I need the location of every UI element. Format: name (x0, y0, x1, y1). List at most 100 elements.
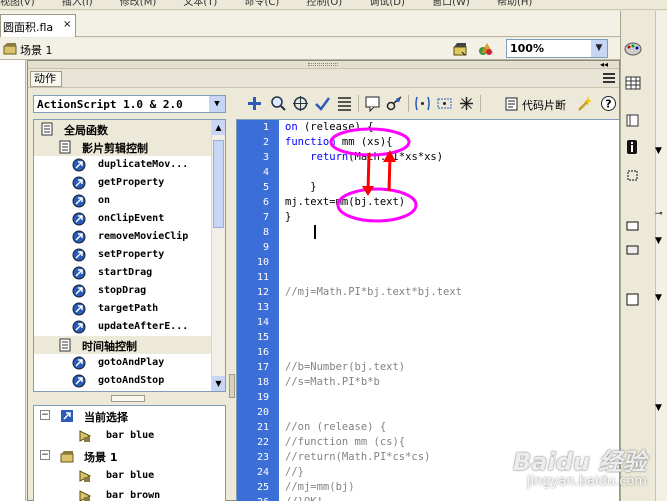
code-line: on (release) { (285, 121, 374, 133)
code-line: } (285, 211, 292, 223)
code-line: //}OK! (285, 495, 323, 501)
toolbox-item[interactable]: gotoAndStop (34, 372, 212, 390)
components-icon[interactable] (626, 219, 639, 232)
navigator-item[interactable]: bar blue (34, 466, 225, 486)
document-tab[interactable]: 圆面积.fla × (0, 14, 76, 37)
menu-item-text[interactable]: 文本(T) (183, 0, 217, 8)
menu-item-commands[interactable]: 命令(C) (245, 0, 280, 8)
toolbox-scrollbar[interactable]: ▲ ▼ (211, 120, 225, 391)
chevron-down-icon[interactable]: ▼ (655, 146, 662, 156)
toolbox-item[interactable]: startDrag (34, 264, 212, 282)
menu-item-view[interactable]: 视图(V) (0, 0, 35, 8)
collapse-selection-icon[interactable] (436, 95, 453, 112)
help-icon[interactable]: ? (600, 95, 617, 112)
debug-options-icon[interactable] (386, 95, 403, 112)
link-icon[interactable]: ⊸ (655, 209, 663, 219)
toolbox-category[interactable]: 全局函数 (34, 120, 212, 138)
chevron-down-icon[interactable]: ▼ (209, 96, 225, 112)
toolbox-item[interactable]: duplicateMov... (34, 156, 212, 174)
grid-icon[interactable] (625, 76, 641, 90)
toolbox-item[interactable]: gotoAndPlay (34, 354, 212, 372)
toolbox-item[interactable]: updateAfterE... (34, 318, 212, 336)
navigator-item[interactable]: − 场景 1 (34, 446, 225, 466)
line-number: 15 (256, 332, 269, 343)
target-path-icon[interactable] (292, 95, 309, 112)
chevron-down-icon[interactable]: ▼ (591, 40, 607, 57)
panel-gripper[interactable]: ◂◂ (28, 60, 619, 69)
toolbox-group[interactable]: 影片剪辑控制 (34, 138, 212, 156)
menu-item-help[interactable]: 帮助(H) (497, 0, 532, 8)
transform-icon[interactable] (626, 169, 639, 182)
toolbox-splitter[interactable] (33, 394, 226, 403)
line-number: 23 (256, 452, 269, 463)
chevron-down-icon[interactable]: ▼ (655, 293, 662, 303)
code-line: //on (release) { (285, 421, 387, 433)
zoom-select[interactable]: 100% ▼ (506, 39, 608, 58)
scene-label[interactable]: 场景 1 (20, 42, 53, 58)
toolbox-item-label: setProperty (98, 249, 165, 260)
output-icon[interactable] (626, 293, 639, 306)
navigator-item[interactable]: − 当前选择 (34, 406, 225, 426)
panel-vertical-splitter[interactable] (229, 95, 235, 501)
scroll-up-icon[interactable]: ▲ (212, 120, 225, 135)
navigator-item[interactable]: bar blue (34, 426, 225, 446)
palette-icon[interactable] (624, 41, 642, 57)
menu-item-control[interactable]: 控制(O) (307, 0, 343, 8)
chevron-down-icon[interactable]: ▼ (655, 236, 662, 246)
toolbox-item[interactable]: stopDrag (34, 282, 212, 300)
menu-item-insert[interactable]: 插入(I) (62, 0, 93, 8)
close-tab-icon[interactable]: × (63, 19, 71, 30)
scroll-down-icon[interactable]: ▼ (212, 376, 225, 391)
menu-item-modify[interactable]: 修改(M) (120, 0, 156, 8)
collapse-icon[interactable]: − (40, 410, 50, 420)
menu-item-window[interactable]: 窗口(W) (432, 0, 470, 8)
toolbox-category-label: 全局函数 (64, 124, 108, 137)
action-icon (72, 266, 86, 280)
action-icon (72, 248, 86, 262)
toolbox-group[interactable]: 时间轴控制 (34, 336, 212, 354)
library-icon[interactable] (626, 243, 639, 256)
navigator-item[interactable]: bar brown (34, 486, 225, 501)
add-item-icon[interactable] (246, 95, 263, 112)
chevron-down-icon[interactable]: ▼ (655, 403, 662, 413)
align-icon[interactable] (626, 114, 639, 127)
expand-all-icon[interactable] (458, 95, 475, 112)
edit-symbol-icon[interactable] (478, 41, 494, 57)
check-syntax-icon[interactable] (314, 95, 331, 112)
action-icon (72, 212, 86, 226)
splitter-handle[interactable] (111, 395, 145, 402)
panel-menu-icon[interactable] (602, 72, 616, 84)
toolbox-item-label: gotoAndPlay (98, 357, 165, 368)
toolbox-item[interactable]: getProperty (34, 174, 212, 192)
line-number: 7 (262, 212, 269, 223)
toolbox-item[interactable]: targetPath (34, 300, 212, 318)
toolbox-item[interactable]: onClipEvent (34, 210, 212, 228)
info-icon[interactable] (626, 139, 638, 155)
toolbox-item[interactable]: on (34, 192, 212, 210)
magic-wand-icon[interactable] (576, 95, 593, 112)
line-number: 8 (262, 227, 269, 238)
menu-item-debug[interactable]: 调试(D) (369, 0, 405, 8)
code-hint-icon[interactable] (364, 95, 381, 112)
line-number: 2 (262, 137, 269, 148)
collapse-arrows-icon[interactable]: ◂◂ (600, 60, 608, 69)
language-select[interactable]: ActionScript 1.0 & 2.0 ▼ (33, 95, 226, 113)
toolbox-item[interactable]: setProperty (34, 246, 212, 264)
toolbox-item-label: targetPath (98, 303, 159, 314)
panel-title-bar[interactable]: 动作 (28, 69, 619, 88)
splitter-handle[interactable] (229, 374, 235, 398)
collapse-icon[interactable]: − (40, 450, 50, 460)
auto-format-icon[interactable] (336, 95, 353, 112)
stage-area[interactable] (0, 60, 26, 501)
scroll-thumb[interactable] (213, 140, 224, 228)
line-number: 11 (256, 272, 269, 283)
edit-scene-icon[interactable] (452, 41, 468, 57)
action-icon (72, 374, 86, 388)
toolbox-item[interactable]: removeMovieClip (34, 228, 212, 246)
find-icon[interactable] (270, 95, 287, 112)
snippets-icon (505, 97, 518, 111)
action-icon (72, 176, 86, 190)
collapse-between-braces-icon[interactable] (414, 95, 431, 112)
line-number: 13 (256, 302, 269, 313)
document-tab-bar: 圆面积.fla × (0, 11, 620, 37)
